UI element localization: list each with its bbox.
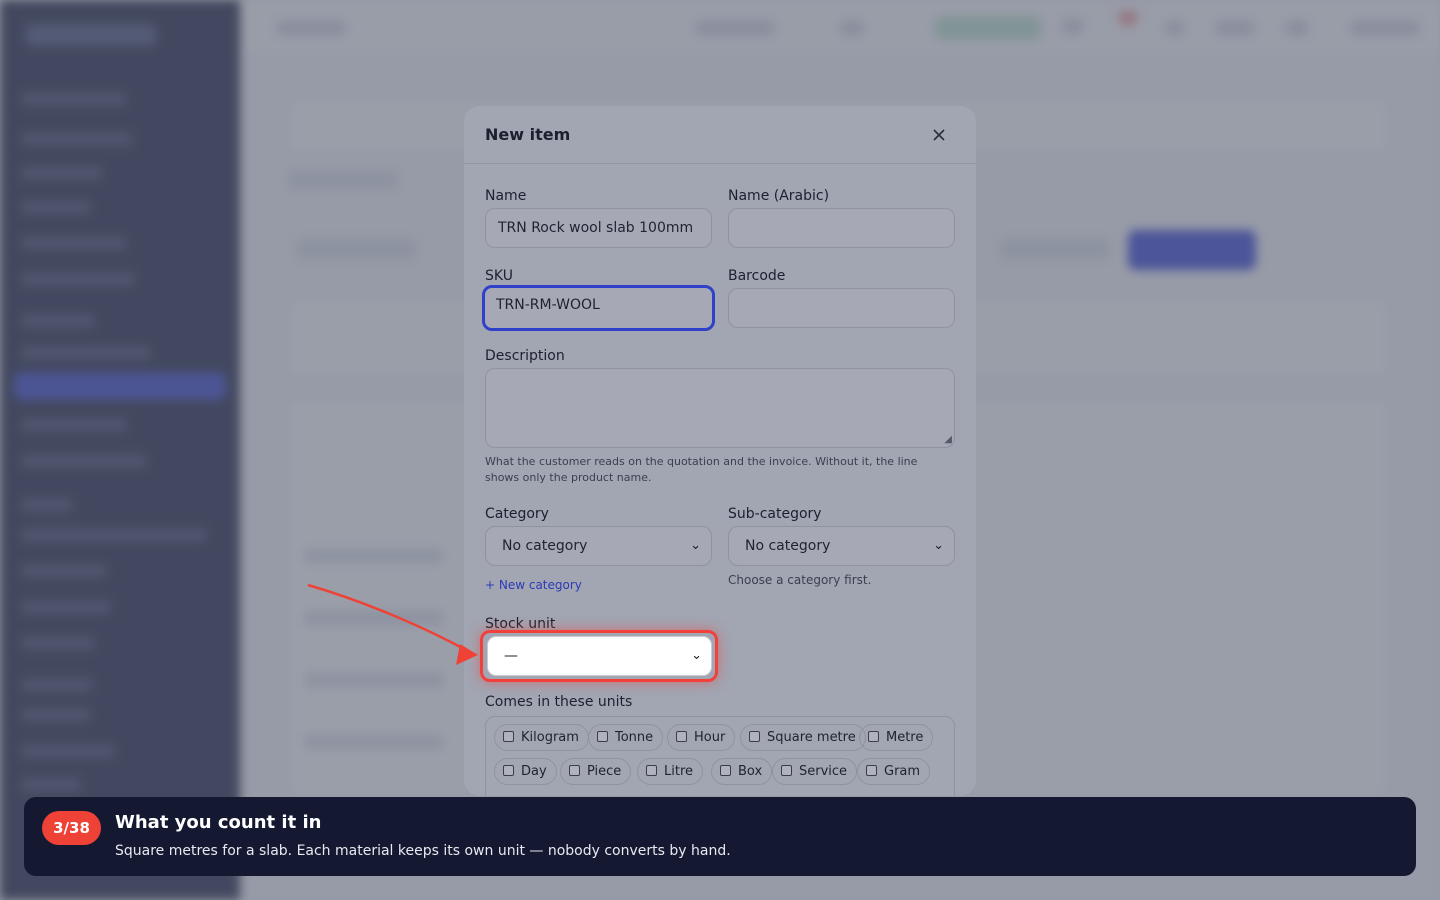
tour-panel: 3/38 What you count it in Square metres … <box>24 797 1416 876</box>
tour-step-badge: 3/38 <box>42 811 101 845</box>
tour-title: What you count it in <box>115 812 322 833</box>
tour-text: Square metres for a slab. Each material … <box>115 843 731 859</box>
tour-pointer-arrow-icon <box>307 583 478 665</box>
